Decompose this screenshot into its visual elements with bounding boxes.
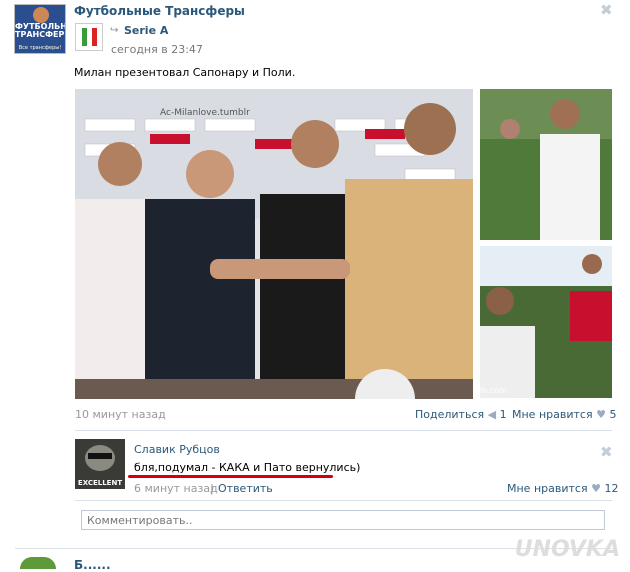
main-photo[interactable]: Ac-Milanlove.tumblr <box>75 89 473 399</box>
comment-footer-separator: | <box>210 482 214 495</box>
comment-time[interactable]: 6 минут назад <box>134 482 218 495</box>
side-photo-top[interactable] <box>480 89 612 240</box>
input-divider <box>75 500 612 501</box>
main-photo-image <box>75 89 473 399</box>
share-label: Поделиться <box>415 408 485 421</box>
heart-icon: ♥ <box>596 408 606 421</box>
group-name-link[interactable]: Футбольные Трансферы <box>74 4 245 18</box>
reply-button[interactable]: Ответить <box>218 482 273 495</box>
avatar-figure <box>33 7 49 23</box>
like-label: Мне нравится <box>512 408 593 421</box>
comment-avatar[interactable]: EXCELLENT <box>75 439 125 489</box>
post-footer-time[interactable]: 10 минут назад <box>75 408 166 421</box>
next-post-author[interactable]: Б...... <box>74 558 111 572</box>
delete-comment-icon[interactable]: ✖ <box>600 443 613 461</box>
raccoon-mask <box>88 453 112 459</box>
heart-icon: ♥ <box>591 482 601 495</box>
group-avatar[interactable]: ФУТБОЛЬНЫЕ ТРАНСФЕРЫ Все трансферы! <box>14 4 66 54</box>
italy-flag-icon <box>82 28 97 46</box>
like-post-button[interactable]: Мне нравится ♥ 5 <box>512 408 616 421</box>
share-button[interactable]: Поделиться ◀ 1 <box>415 408 507 421</box>
side-photo-caption: ln.com <box>480 386 507 395</box>
avatar-badge-text: EXCELLENT <box>77 479 123 487</box>
side-photo-top-image <box>480 89 612 240</box>
comment-underline <box>128 475 333 478</box>
group-avatar-text: ФУТБОЛЬНЫЕ ТРАНСФЕРЫ <box>15 22 65 39</box>
comment-text: бля,подумал - КАКА и Пато вернулись) <box>134 461 361 474</box>
side-photo-bottom[interactable]: ln.com <box>480 246 612 398</box>
comment-like-count: 12 <box>604 482 619 495</box>
next-post-avatar[interactable] <box>20 557 56 569</box>
like-comment-button[interactable]: Мне нравится ♥ 12 <box>507 482 618 495</box>
close-post-icon[interactable]: ✖ <box>600 1 613 19</box>
post-text: Милан презентовал Сапонару и Поли. <box>74 66 296 79</box>
side-photo-bottom-image <box>480 246 612 398</box>
comments-divider <box>75 430 612 431</box>
site-watermark: UNOVKA <box>514 537 620 562</box>
comment-author-link[interactable]: Славик Рубцов <box>134 443 220 456</box>
comment-like-label: Мне нравится <box>507 482 588 495</box>
repost-source-link[interactable]: Serie A <box>124 24 168 37</box>
comment-input[interactable]: Комментировать.. <box>81 510 605 530</box>
photo-watermark: Ac-Milanlove.tumblr <box>160 108 250 118</box>
post-time[interactable]: сегодня в 23:47 <box>111 43 203 56</box>
serie-a-logo[interactable] <box>75 23 103 51</box>
like-count: 5 <box>609 408 617 421</box>
repost-arrow-icon: ↪ <box>110 25 119 36</box>
share-count: 1 <box>499 408 507 421</box>
group-avatar-subtext: Все трансферы! <box>18 45 62 51</box>
megaphone-icon: ◀ <box>487 408 497 421</box>
